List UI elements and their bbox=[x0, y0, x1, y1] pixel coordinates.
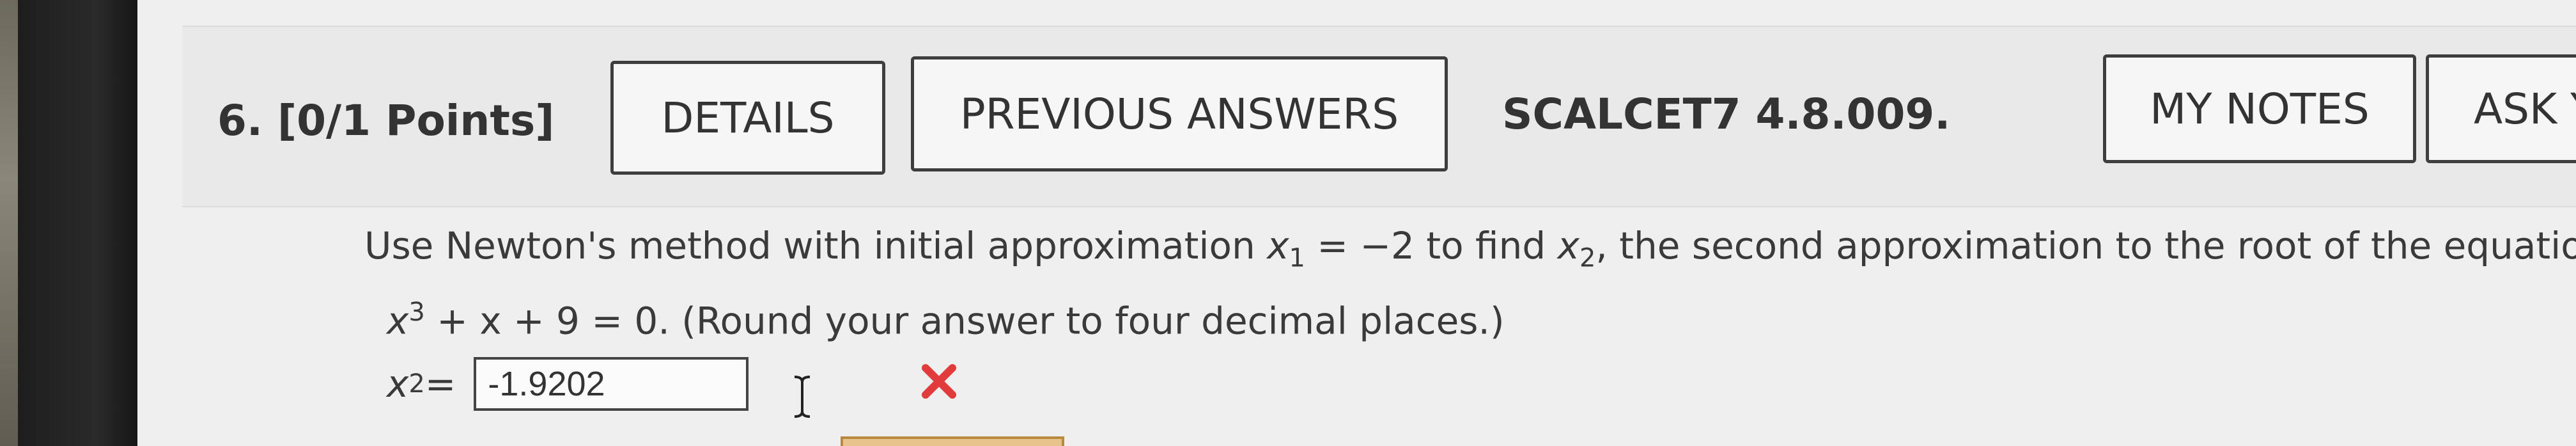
equation-text: + x + 9 = 0. (Round your answer to four … bbox=[424, 299, 1505, 343]
problem-statement-line2: x3 + x + 9 = 0. (Round your answer to fo… bbox=[387, 298, 1505, 342]
statement-text: = −2 to find bbox=[1305, 224, 1558, 267]
my-notes-button[interactable]: MY NOTES bbox=[2103, 54, 2416, 163]
page: 6. [0/1 Points] DETAILS PREVIOUS ANSWERS… bbox=[137, 0, 2576, 446]
answer-input[interactable] bbox=[474, 357, 749, 411]
answer-label-variable: x bbox=[387, 362, 409, 406]
answer-label-subscript: 2 bbox=[408, 369, 425, 399]
problem-code: SCALCET7 4.8.009. bbox=[1502, 90, 1951, 139]
submit-button-edge[interactable] bbox=[841, 436, 1064, 446]
x1-variable: x bbox=[1267, 224, 1289, 267]
statement-text: , the second approximation to the root o… bbox=[1595, 224, 2576, 267]
x-mark-icon bbox=[922, 364, 956, 399]
answer-label-equals: = bbox=[424, 362, 456, 406]
x2-subscript: 2 bbox=[1579, 243, 1596, 273]
equation-exponent: 3 bbox=[408, 298, 425, 327]
problem-statement-line1: Use Newton's method with initial approxi… bbox=[364, 224, 2576, 273]
x1-subscript: 1 bbox=[1289, 243, 1305, 273]
x2-variable: x bbox=[1557, 224, 1579, 267]
screen-bezel bbox=[0, 0, 137, 446]
bezel-edge bbox=[0, 0, 18, 446]
previous-answers-button[interactable]: PREVIOUS ANSWERS bbox=[911, 56, 1448, 171]
details-button[interactable]: DETAILS bbox=[610, 61, 885, 175]
equation-variable: x bbox=[387, 299, 409, 343]
text-cursor-icon bbox=[794, 376, 811, 418]
answer-row: x2 = bbox=[387, 355, 749, 413]
ask-your-teacher-button[interactable]: ASK Y bbox=[2426, 54, 2576, 163]
statement-text: Use Newton's method with initial approxi… bbox=[364, 224, 1268, 267]
question-number: 6. [0/1 Points] bbox=[217, 96, 555, 145]
